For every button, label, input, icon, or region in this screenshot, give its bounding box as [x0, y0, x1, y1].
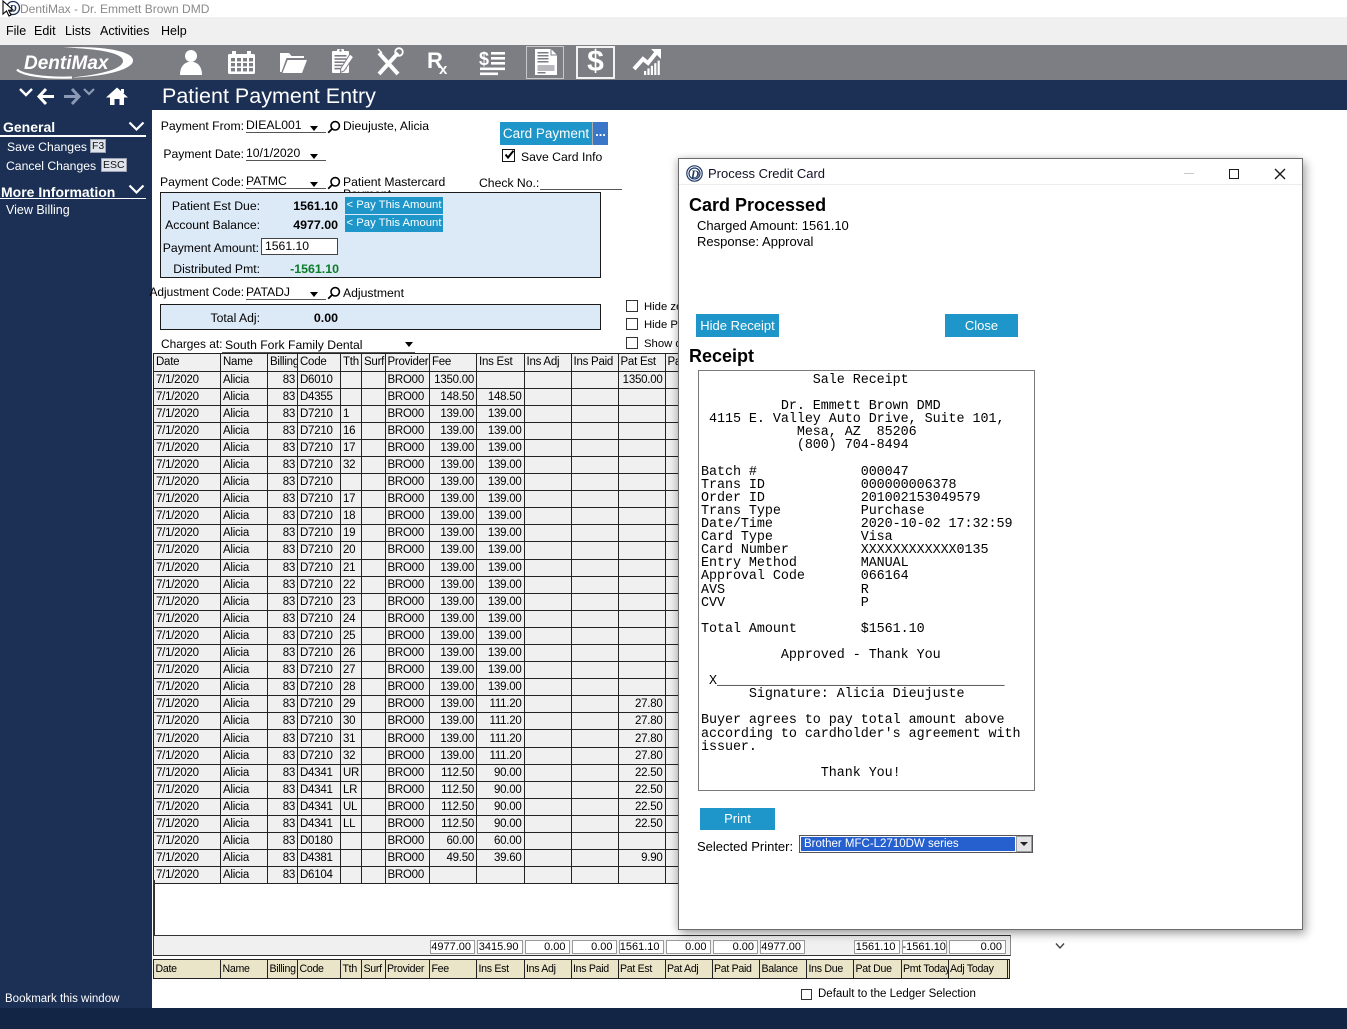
svg-text:D: D	[690, 169, 700, 181]
svg-text:DentiMax: DentiMax	[24, 53, 110, 74]
svg-text:$: $	[479, 49, 489, 69]
svg-text:x: x	[439, 61, 448, 78]
